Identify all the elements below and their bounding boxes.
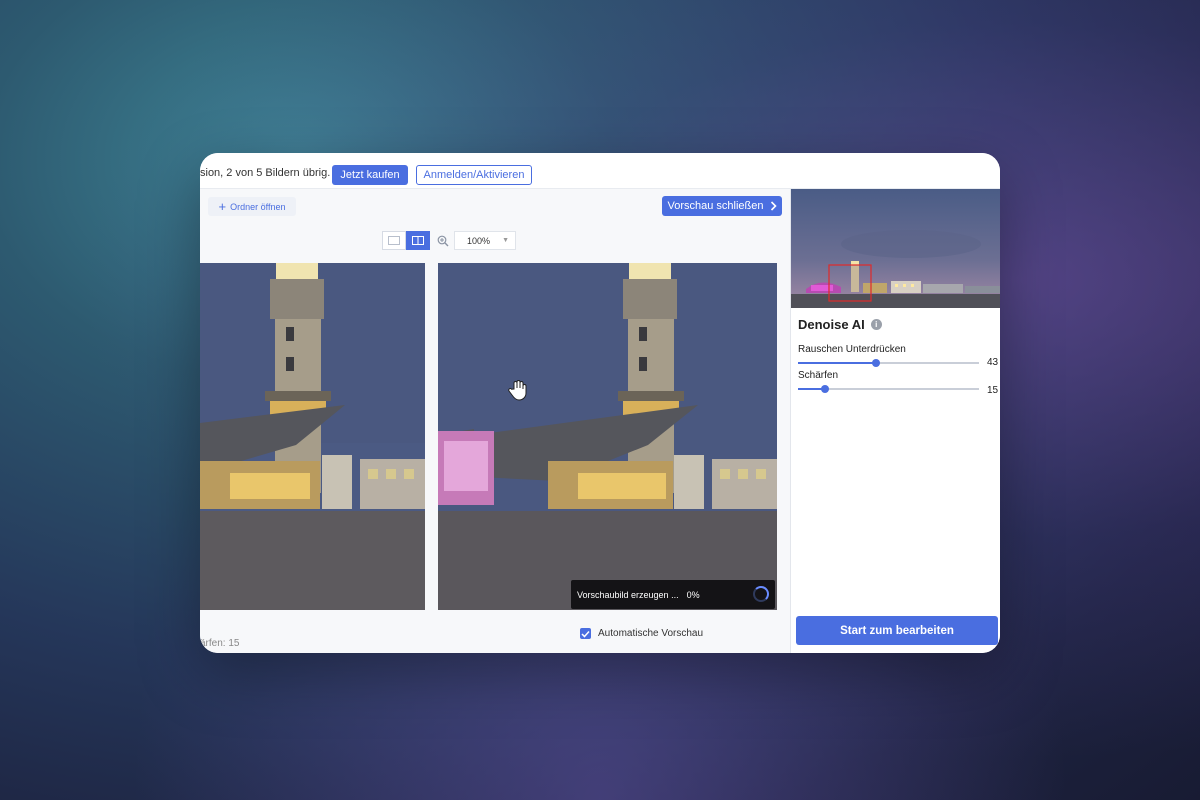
top-bar: sion, 2 von 5 Bildern übrig. Jetzt kaufe…: [200, 153, 1000, 189]
sharpen-handle[interactable]: [821, 385, 830, 393]
denoised-preview[interactable]: Vorschaubild erzeugen ... 0%: [438, 263, 777, 610]
close-preview-button[interactable]: Vorschau schließen: [662, 196, 782, 216]
plus-icon: +: [218, 199, 227, 214]
zoom-value: 100%: [467, 235, 491, 246]
sharpen-value: 15: [987, 385, 999, 396]
single-view-icon[interactable]: [382, 231, 406, 250]
noise-reduction-slider[interactable]: [798, 359, 979, 367]
panel-title-text: Denoise AI: [798, 317, 865, 332]
zoom-select[interactable]: 100% ▼: [454, 231, 516, 250]
caret-down-icon: ▼: [502, 237, 509, 244]
preview-area: + Ordner öffnen Vorschau schließen 100% …: [200, 189, 790, 653]
progress-percent: 0%: [686, 589, 700, 600]
zoom-icon[interactable]: [436, 234, 450, 248]
settings-summary: ärfen: 15: [200, 638, 240, 649]
settings-panel: Denoise AI i Rauschen Unterdrücken 43 Sc…: [790, 189, 1000, 653]
noise-reduction-handle[interactable]: [871, 359, 880, 367]
sharpen-slider[interactable]: [798, 385, 979, 393]
preview-progress: Vorschaubild erzeugen ... 0%: [571, 580, 775, 609]
hand-cursor-icon: [508, 379, 528, 401]
noise-reduction-value: 43: [987, 357, 999, 368]
trial-notice: sion, 2 von 5 Bildern übrig.: [200, 167, 331, 179]
auto-preview-label: Automatische Vorschau: [598, 628, 704, 639]
start-processing-button[interactable]: Start zum bearbeiten: [796, 616, 998, 645]
split-view-icon[interactable]: [406, 231, 430, 250]
panel-title: Denoise AI i: [798, 317, 882, 332]
close-preview-label: Vorschau schließen: [667, 200, 764, 212]
chevron-right-icon: [770, 201, 777, 211]
app-window: sion, 2 von 5 Bildern übrig. Jetzt kaufe…: [200, 153, 1000, 653]
sharpen-label: Schärfen: [798, 370, 839, 381]
open-folder-button[interactable]: + Ordner öffnen: [208, 197, 296, 216]
info-icon[interactable]: i: [870, 319, 882, 330]
open-folder-label: Ordner öffnen: [230, 201, 286, 212]
login-activate-button[interactable]: Anmelden/Aktivieren: [416, 165, 532, 185]
checkbox-checked-icon[interactable]: [580, 628, 591, 639]
original-preview[interactable]: [200, 263, 425, 610]
auto-preview-toggle[interactable]: Automatische Vorschau: [580, 628, 703, 639]
progress-text: Vorschaubild erzeugen ...: [577, 589, 679, 600]
spinner-icon: [753, 586, 769, 602]
noise-reduction-label: Rauschen Unterdrücken: [798, 344, 906, 355]
buy-now-button[interactable]: Jetzt kaufen: [332, 165, 408, 185]
navigator-thumbnail[interactable]: [791, 189, 1000, 308]
view-controls: 100% ▼: [382, 231, 516, 250]
noise-reduction-fill: [798, 362, 876, 364]
